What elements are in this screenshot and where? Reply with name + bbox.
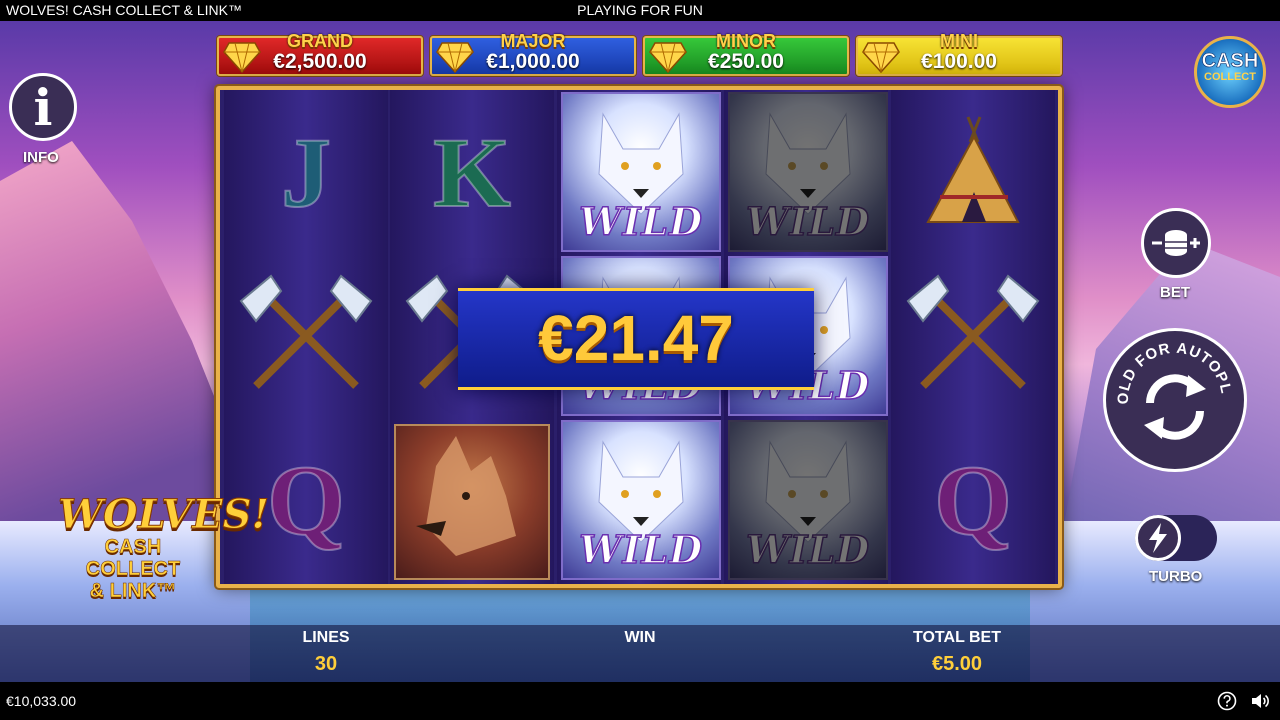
spin-arrows-icon: HOLD FOR AUTOPLAY — [1100, 318, 1235, 440]
autoplay-hint: HOLD FOR AUTOPLAY — [1100, 318, 1234, 405]
cash-collect-line1: CASH — [1201, 50, 1259, 72]
bottom-bar: €10,033.00 — [0, 682, 1280, 720]
jackpot-major: MAJOR €1,000.00 — [430, 31, 636, 76]
jackpot-mini-value: €100.00 — [921, 50, 997, 73]
game-logo: WOLVES! CASH COLLECT & LINK™ — [58, 491, 270, 603]
total-bet-label: TOTAL BET — [913, 629, 1001, 646]
jackpot-mini: MINI €100.00 — [856, 31, 1062, 76]
spin-autoplay-button[interactable]: HOLD FOR AUTOPLAY — [1100, 318, 1247, 472]
symbol-tomahawks — [891, 256, 1055, 416]
symbol-wild: WILD — [728, 92, 888, 252]
win-amount-banner: €21.47 — [458, 288, 814, 390]
speaker-icon[interactable] — [1250, 691, 1270, 711]
jackpot-minor-label: MINOR — [716, 31, 776, 51]
wild-label: WILD — [745, 198, 871, 245]
logo-line1: WOLVES! — [58, 491, 270, 538]
play-mode-label: PLAYING FOR FUN — [577, 2, 703, 18]
win-amount: €21.47 — [538, 302, 734, 374]
symbol-wild: WILD — [561, 92, 721, 252]
lines-value: 30 — [314, 653, 338, 675]
jackpot-grand-value: €2,500.00 — [273, 50, 367, 73]
crossed-axes-icon — [906, 274, 1040, 389]
symbol-brown-wolf — [390, 420, 554, 580]
question-circle-icon[interactable] — [1217, 691, 1237, 711]
bet-label: BET — [1160, 284, 1190, 301]
symbol-wild: WILD — [728, 420, 888, 580]
balance: €10,033.00 — [6, 693, 77, 709]
svg-text:HOLD FOR AUTOPLAY: HOLD FOR AUTOPLAY — [1106, 331, 1235, 405]
symbol-k: K — [432, 116, 512, 229]
bet-button[interactable] — [1141, 208, 1211, 278]
symbol-tomahawks — [224, 256, 388, 416]
teepee-icon — [926, 116, 1020, 223]
cash-collect-badge: CASH COLLECT — [1194, 36, 1266, 108]
logo-line2: CASH COLLECT — [85, 536, 181, 581]
win-label: WIN — [624, 629, 656, 646]
cash-collect-line2: COLLECT — [1204, 71, 1256, 83]
jackpot-minor: MINOR €250.00 — [643, 31, 849, 76]
brown-wolf-icon — [394, 424, 550, 580]
info-button[interactable]: i — [9, 73, 77, 141]
jackpot-grand: GRAND €2,500.00 — [217, 31, 423, 76]
jackpot-mini-label: MINI — [940, 31, 978, 51]
wild-label: WILD — [745, 526, 871, 573]
symbol-q: Q — [933, 444, 1013, 557]
coin-stack-icon — [1152, 230, 1200, 256]
win-stat: WIN — [540, 629, 740, 653]
lightning-icon — [1149, 523, 1167, 553]
jackpot-grand-label: GRAND — [287, 31, 353, 51]
jackpot-major-label: MAJOR — [500, 31, 566, 51]
wild-label: WILD — [578, 198, 704, 245]
turbo-label: TURBO — [1149, 568, 1203, 585]
reel-5: Q — [891, 90, 1055, 584]
total-bet-stat: TOTAL BET €5.00 — [857, 629, 1057, 676]
top-bar: WOLVES! CASH COLLECT & LINK™ PLAYING FOR… — [0, 0, 1280, 21]
lines-stat: LINES 30 — [226, 629, 426, 676]
jackpot-major-value: €1,000.00 — [486, 50, 580, 73]
symbol-j: J — [280, 116, 332, 229]
jackpot-minor-value: €250.00 — [708, 50, 784, 73]
turbo-toggle-knob[interactable] — [1135, 515, 1181, 561]
info-icon: i — [33, 78, 53, 137]
total-bet-value: €5.00 — [931, 653, 983, 675]
left-cliff-background — [0, 141, 240, 541]
logo-line3: & LINK™ — [89, 580, 177, 603]
symbol-wild: WILD — [561, 420, 721, 580]
crossed-axes-icon — [239, 274, 373, 389]
lines-label: LINES — [302, 629, 350, 646]
info-label: INFO — [23, 149, 59, 166]
wild-label: WILD — [578, 526, 704, 573]
symbol-teepee — [891, 92, 1055, 252]
